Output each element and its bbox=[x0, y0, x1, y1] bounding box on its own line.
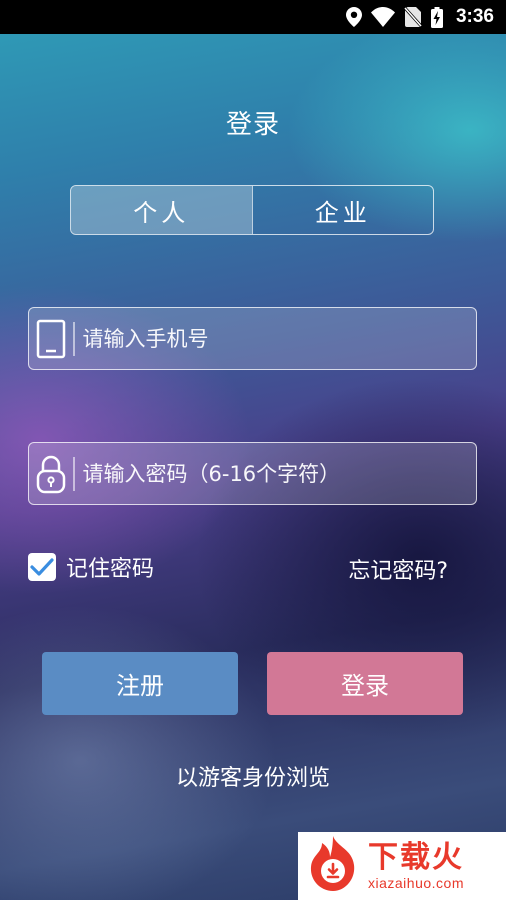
flame-logo-icon bbox=[302, 833, 364, 899]
watermark-text: 下载火 xiazaihuo.com bbox=[368, 840, 464, 892]
phone-input[interactable] bbox=[82, 308, 476, 369]
no-sim-icon bbox=[403, 7, 422, 27]
tab-enterprise[interactable]: 企业 bbox=[253, 186, 434, 234]
remember-label: 记住密码 bbox=[66, 557, 155, 582]
page-title: 登录 bbox=[225, 110, 280, 140]
guest-browse-link[interactable]: 以游客身份浏览 bbox=[0, 760, 506, 792]
forgot-password-link[interactable]: 忘记密码? bbox=[348, 553, 448, 585]
password-field[interactable] bbox=[28, 442, 477, 505]
field-divider bbox=[73, 456, 75, 491]
login-button[interactable]: 登录 bbox=[267, 652, 463, 715]
register-button[interactable]: 注册 bbox=[42, 652, 238, 715]
phone-icon bbox=[29, 308, 73, 369]
wifi-icon bbox=[370, 7, 395, 27]
location-icon bbox=[345, 7, 362, 27]
battery-charging-icon bbox=[430, 6, 443, 28]
account-type-tabs: 个人 企业 bbox=[70, 185, 434, 235]
watermark-sub-text: xiazaihuo.com bbox=[368, 875, 464, 891]
status-time: 3:36 bbox=[455, 6, 494, 27]
tab-personal[interactable]: 个人 bbox=[71, 186, 253, 234]
remember-checkbox[interactable] bbox=[28, 553, 56, 581]
field-divider bbox=[73, 321, 75, 356]
password-input[interactable] bbox=[82, 443, 476, 504]
watermark-logo: 下载火 xiazaihuo.com bbox=[298, 832, 506, 900]
status-bar: 3:36 bbox=[0, 0, 506, 34]
lock-icon bbox=[29, 443, 73, 504]
checkmark-icon bbox=[30, 558, 54, 576]
watermark-main-text: 下载火 bbox=[368, 840, 464, 875]
phone-field[interactable] bbox=[28, 307, 477, 370]
remember-password-row[interactable]: 记住密码 bbox=[28, 551, 154, 583]
